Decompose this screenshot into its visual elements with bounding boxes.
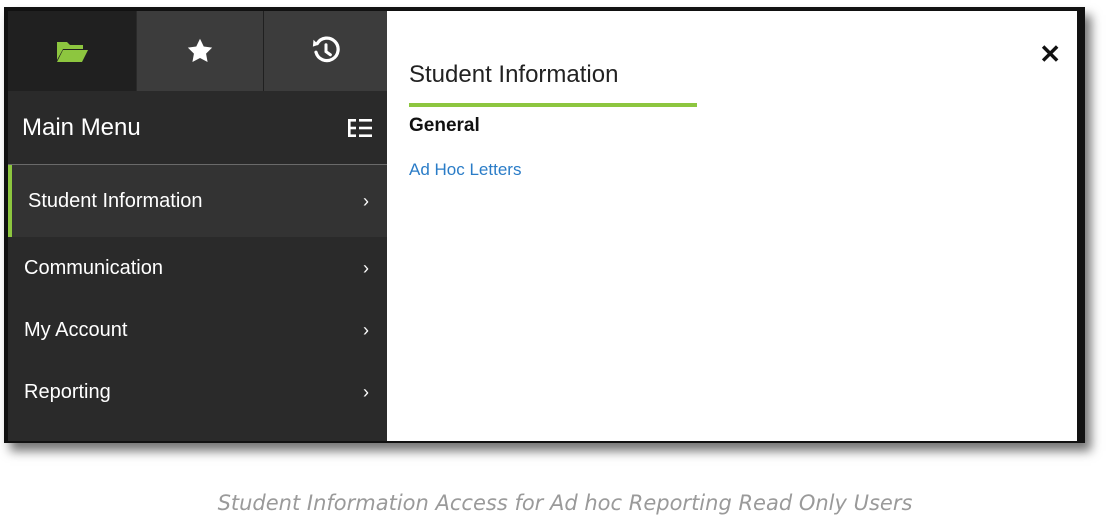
- sidebar-item-label: Reporting: [24, 380, 111, 403]
- section-heading-general: General: [409, 115, 480, 136]
- chevron-right-icon: ›: [363, 257, 369, 278]
- figure-caption: Student Information Access for Ad hoc Re…: [217, 491, 913, 515]
- sidebar-item-label: My Account: [24, 318, 128, 341]
- sidebar-item-my-account[interactable]: My Account ›: [8, 299, 387, 361]
- close-icon[interactable]: ✕: [1039, 41, 1061, 67]
- sidebar-tabs: [8, 11, 387, 91]
- chevron-right-icon: ›: [363, 319, 369, 340]
- tree-list-icon[interactable]: [347, 117, 373, 139]
- app-window: Main Menu Student Information › Communic…: [4, 7, 1085, 443]
- ad-hoc-letters-link[interactable]: Ad Hoc Letters: [409, 160, 521, 180]
- folder-open-icon: [57, 42, 88, 62]
- tab-menu[interactable]: [8, 11, 136, 91]
- chevron-right-icon: ›: [363, 381, 369, 402]
- chevron-right-icon: ›: [363, 190, 369, 211]
- tab-favorites[interactable]: [136, 11, 263, 91]
- title-underline: [409, 103, 697, 107]
- main-menu-header: Main Menu: [8, 91, 387, 165]
- sidebar-item-reporting[interactable]: Reporting ›: [8, 361, 387, 423]
- submenu-panel: Student Information General Ad Hoc Lette…: [387, 11, 1077, 441]
- history-icon: [312, 36, 340, 63]
- sidebar: Main Menu Student Information › Communic…: [8, 11, 387, 441]
- sidebar-item-student-information[interactable]: Student Information ›: [8, 165, 387, 237]
- sidebar-item-communication[interactable]: Communication ›: [8, 237, 387, 299]
- star-icon: [187, 38, 213, 62]
- tab-history[interactable]: [263, 11, 387, 91]
- panel-title: Student Information: [409, 61, 619, 88]
- main-menu-title: Main Menu: [22, 113, 141, 141]
- sidebar-item-label: Communication: [24, 256, 163, 279]
- sidebar-item-label: Student Information: [28, 189, 203, 212]
